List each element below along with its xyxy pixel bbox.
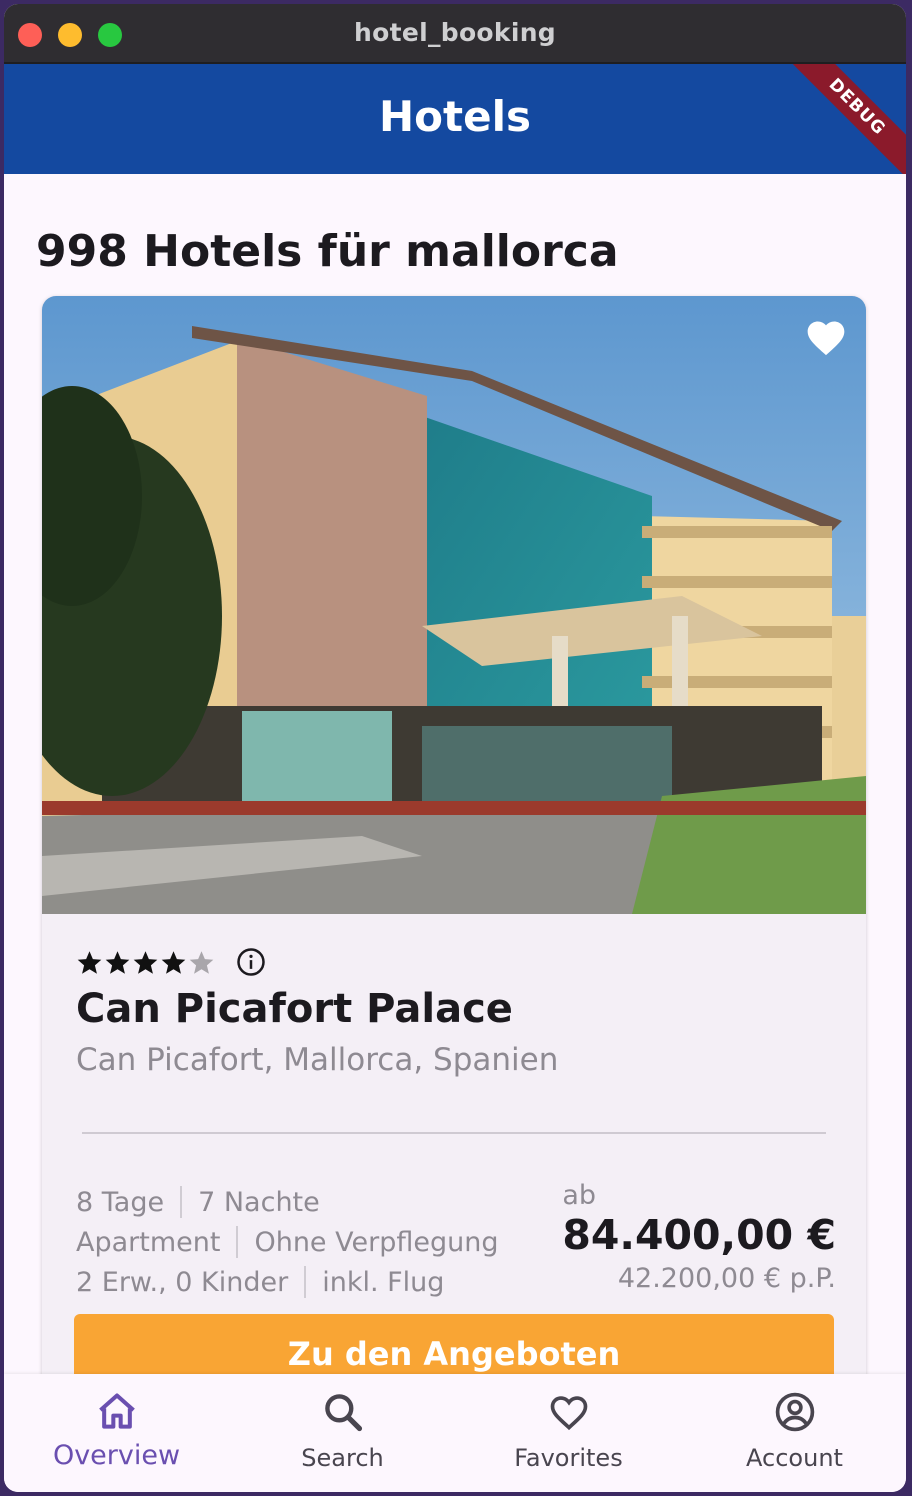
results-heading: 998 Hotels für mallorca <box>36 226 619 277</box>
price-total: 84.400,00 € <box>562 1211 836 1259</box>
nav-label-favorites: Favorites <box>514 1444 623 1472</box>
star-filled-icon <box>105 950 130 974</box>
trip-details: 8 Tage 7 Nachte Apartment Ohne Verpflegu… <box>76 1182 498 1302</box>
board-type: Ohne Verpflegung <box>254 1226 499 1258</box>
favorite-heart-icon[interactable] <box>804 316 848 360</box>
price-prefix: ab <box>562 1180 597 1211</box>
star-rating <box>76 946 266 978</box>
travellers-row: 2 Erw., 0 Kinder inkl. Flug <box>76 1262 498 1302</box>
info-icon[interactable] <box>236 947 266 977</box>
divider <box>82 1132 826 1134</box>
app-bar: Hotels DEBUG <box>4 64 906 174</box>
transport: inkl. Flug <box>322 1266 445 1298</box>
hotel-photo-image <box>42 296 866 914</box>
nav-item-overview[interactable]: Overview <box>4 1374 229 1492</box>
nav-label-account: Account <box>746 1444 843 1472</box>
duration-days: 8 Tage <box>76 1186 165 1218</box>
room-board-row: Apartment Ohne Verpflegung <box>76 1222 498 1262</box>
nav-item-account[interactable]: Account <box>682 1374 906 1492</box>
star-filled-icon <box>133 950 158 974</box>
hotel-location: Can Picafort, Mallorca, Spanien <box>76 1042 559 1078</box>
page-title: Hotels <box>379 92 531 141</box>
price-block: ab 84.400,00 € 42.200,00 € p.P. <box>562 1180 836 1294</box>
window-title: hotel_booking <box>354 18 556 47</box>
duration-nights: 7 Nachte <box>198 1186 320 1218</box>
search-icon <box>325 1394 363 1432</box>
hotel-photo[interactable] <box>42 296 866 914</box>
star-filled-icon <box>77 950 102 974</box>
nav-item-search[interactable]: Search <box>230 1374 455 1492</box>
separator <box>180 1186 183 1218</box>
star-filled-icon <box>161 950 186 974</box>
bottom-navigation: Overview Search Favorites Account <box>4 1374 906 1492</box>
travellers: 2 Erw., 0 Kinder <box>76 1266 289 1298</box>
price-per-person: 42.200,00 € p.P. <box>617 1263 836 1294</box>
hotel-card[interactable]: Can Picafort Palace Can Picafort, Mallor… <box>42 296 866 1416</box>
nav-item-favorites[interactable]: Favorites <box>456 1374 681 1492</box>
nav-label-overview: Overview <box>52 1440 181 1471</box>
nav-label-search: Search <box>301 1444 384 1472</box>
separator <box>236 1226 239 1258</box>
star-empty-icon <box>189 950 214 974</box>
account-icon <box>775 1392 815 1432</box>
trip-duration-row: 8 Tage 7 Nachte <box>76 1182 498 1222</box>
room-type: Apartment <box>76 1226 221 1258</box>
window-titlebar: hotel_booking <box>4 4 906 64</box>
separator <box>304 1266 307 1298</box>
home-icon <box>99 1393 135 1429</box>
app-window: hotel_booking Hotels DEBUG 998 Hotels fü… <box>4 4 906 1492</box>
hotel-name: Can Picafort Palace <box>76 986 513 1032</box>
heart-icon <box>550 1396 588 1431</box>
